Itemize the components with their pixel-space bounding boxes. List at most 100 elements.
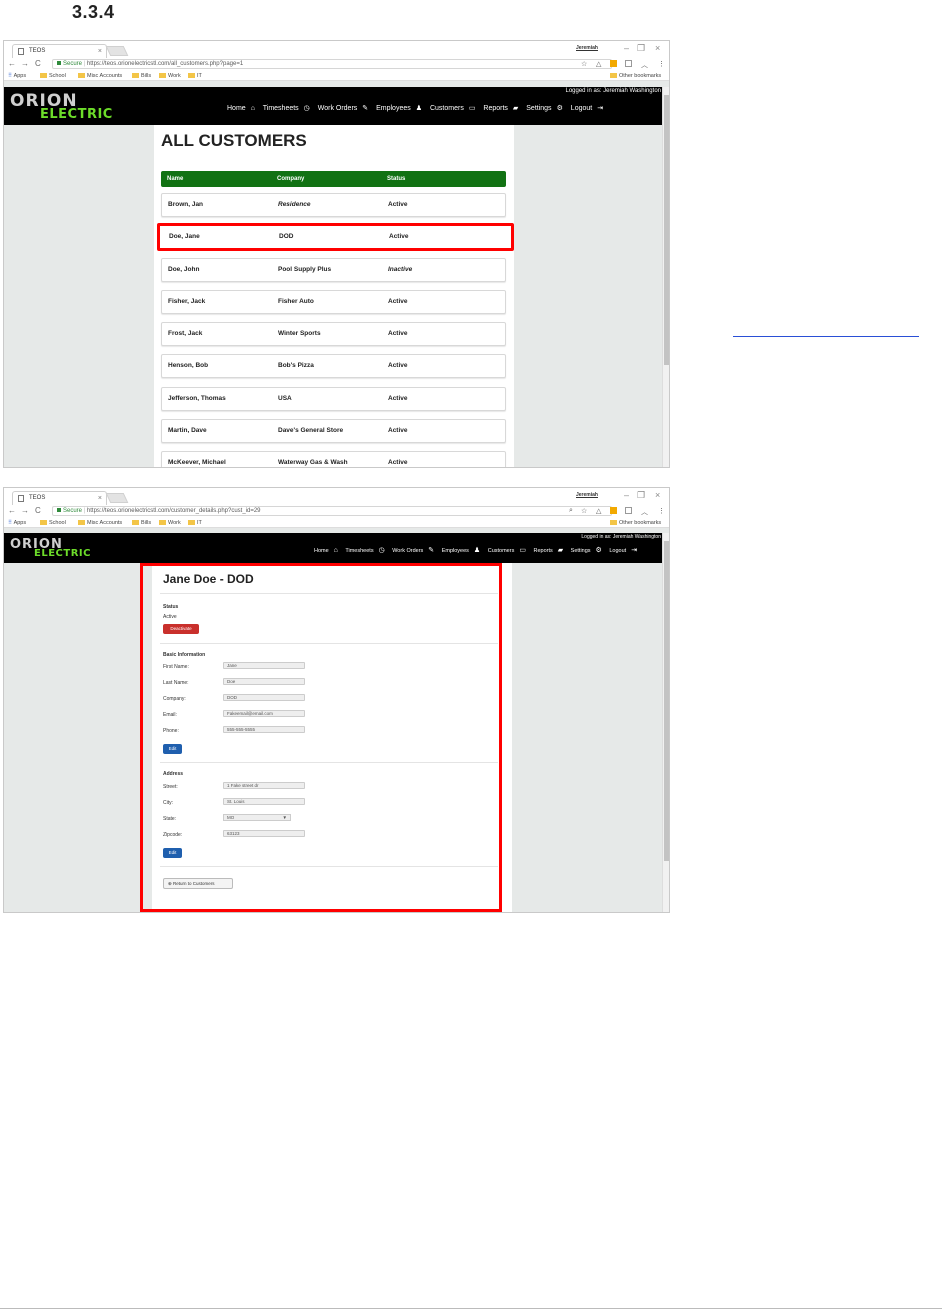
extension-icon[interactable] <box>610 60 617 67</box>
reload-icon[interactable]: C <box>35 506 41 515</box>
nav-employees[interactable]: Employees <box>442 548 469 554</box>
bookmark-it[interactable]: IT <box>188 71 202 81</box>
edit-address-button[interactable]: Edit <box>163 848 182 858</box>
nav-work-orders[interactable]: Work Orders <box>392 548 423 554</box>
zipcode-field[interactable]: 63123 <box>223 830 305 837</box>
scroll-thumb[interactable] <box>664 541 669 861</box>
drive-icon[interactable]: △ <box>596 60 601 68</box>
email-field[interactable]: Fakeemail@email.com <box>223 710 305 717</box>
restore-icon[interactable]: ❐ <box>637 43 645 54</box>
customer-name: McKeever, Michael <box>168 459 226 466</box>
orion-electric-logo[interactable]: ORION ELECTRIC <box>10 93 113 122</box>
nav-timesheets[interactable]: Timesheets <box>345 548 373 554</box>
profile-name[interactable]: Jeremiah <box>576 45 598 51</box>
browser-tab[interactable]: TEOS × <box>12 491 107 505</box>
bookmark-misc-accounts[interactable]: Misc Accounts <box>78 518 122 528</box>
profile-name[interactable]: Jeremiah <box>576 492 598 498</box>
customer-company: USA <box>278 395 292 402</box>
bookmark-school[interactable]: School <box>40 518 66 528</box>
nav-reports[interactable]: Reports <box>483 105 508 112</box>
customer-row[interactable]: Henson, Bob Bob's Pizza Active <box>161 354 506 378</box>
bookmark-misc-accounts[interactable]: Misc Accounts <box>78 71 122 81</box>
forward-icon[interactable]: → <box>21 506 29 515</box>
page-scrollbar[interactable] <box>662 87 669 467</box>
star-icon[interactable]: ☆ <box>581 507 587 515</box>
restore-icon[interactable]: ❐ <box>637 490 645 501</box>
nav-reports[interactable]: Reports <box>533 548 552 554</box>
forward-icon[interactable]: → <box>21 59 29 68</box>
orion-electric-logo[interactable]: ORION ELECTRIC <box>10 538 91 559</box>
url-field[interactable]: Secure | https://teos.orionelectricstl.c… <box>52 59 612 69</box>
bookmark-apps[interactable]: ⠿ Apps <box>8 518 26 528</box>
grid-icon[interactable] <box>625 507 632 514</box>
menu-icon[interactable]: ⋮ <box>658 60 665 68</box>
page-icon <box>18 495 24 502</box>
nav-home[interactable]: Home <box>227 105 246 112</box>
bookmark-apps[interactable]: ⠿ Apps <box>8 71 26 81</box>
new-tab-button[interactable] <box>105 493 129 503</box>
last-name-field[interactable]: Doe <box>223 678 305 685</box>
page-icon <box>18 48 24 55</box>
minimize-icon[interactable]: – <box>624 490 629 500</box>
nav-customers[interactable]: Customers <box>488 548 515 554</box>
nav-timesheets[interactable]: Timesheets <box>263 105 299 112</box>
customer-row[interactable]: Doe, John Pool Supply Plus Inactive <box>161 258 506 282</box>
nav-customers[interactable]: Customers <box>430 105 464 112</box>
customer-row[interactable]: Martin, Dave Dave's General Store Active <box>161 419 506 443</box>
extension-icon[interactable] <box>610 507 617 514</box>
nav-settings[interactable]: Settings <box>571 548 591 554</box>
other-bookmarks[interactable]: Other bookmarks <box>610 518 661 528</box>
bookmark-work[interactable]: Work <box>159 518 181 528</box>
customer-row-highlighted[interactable]: Doe, Jane DOD Active <box>157 223 514 251</box>
nav-employees[interactable]: Employees <box>376 105 411 112</box>
back-icon[interactable]: ← <box>8 59 16 68</box>
close-window-icon[interactable]: × <box>655 490 660 500</box>
customer-name: Frost, Jack <box>168 330 203 337</box>
nav-settings[interactable]: Settings <box>526 105 551 112</box>
back-icon[interactable]: ← <box>8 506 16 515</box>
other-bookmarks[interactable]: Other bookmarks <box>610 71 661 81</box>
bookmark-work[interactable]: Work <box>159 71 181 81</box>
nav-home[interactable]: Home <box>314 548 329 554</box>
return-to-customers-button[interactable]: ⊕ Return to Customers <box>163 878 233 889</box>
first-name-field[interactable]: Jane <box>223 662 305 669</box>
customer-row[interactable]: Brown, Jan Residence Active <box>161 193 506 217</box>
drive-icon[interactable]: △ <box>596 507 601 515</box>
close-window-icon[interactable]: × <box>655 43 660 53</box>
new-tab-button[interactable] <box>105 46 129 56</box>
state-select[interactable]: MO ▼ <box>223 814 291 821</box>
bookmark-school[interactable]: School <box>40 71 66 81</box>
url-field[interactable]: Secure | https://teos.orionelectricstl.c… <box>52 506 612 516</box>
bookmarks-bar: ⠿ Apps School Misc Accounts Bills Work I… <box>4 71 669 81</box>
customer-row[interactable]: Jefferson, Thomas USA Active <box>161 387 506 411</box>
phone-field[interactable]: 555-555-5555 <box>223 726 305 733</box>
street-field[interactable]: 1 Fake street dr <box>223 782 305 789</box>
close-tab-icon[interactable]: × <box>98 492 102 505</box>
close-tab-icon[interactable]: × <box>98 45 102 58</box>
section-number: 3.3.4 <box>72 2 115 22</box>
cast-icon[interactable]: ︿ <box>641 507 648 517</box>
nav-work-orders[interactable]: Work Orders <box>318 105 358 112</box>
page-scrollbar[interactable] <box>662 533 669 912</box>
customer-row[interactable]: Fisher, Jack Fisher Auto Active <box>161 290 506 314</box>
reload-icon[interactable]: C <box>35 59 41 68</box>
grid-icon[interactable] <box>625 60 632 67</box>
browser-tab[interactable]: TEOS × <box>12 44 107 58</box>
company-field[interactable]: DOD <box>223 694 305 701</box>
scroll-thumb[interactable] <box>664 95 669 365</box>
minimize-icon[interactable]: – <box>624 43 629 53</box>
star-icon[interactable]: ☆ <box>581 60 587 68</box>
customer-row[interactable]: McKeever, Michael Waterway Gas & Wash Ac… <box>161 451 506 467</box>
customer-row[interactable]: Frost, Jack Winter Sports Active <box>161 322 506 346</box>
nav-logout[interactable]: Logout <box>571 105 592 112</box>
bookmark-bills[interactable]: Bills <box>132 71 151 81</box>
deactivate-button[interactable]: Deactivate <box>163 624 199 634</box>
cast-icon[interactable]: ︿ <box>641 60 648 70</box>
zoom-icon[interactable]: ⌕ <box>569 507 573 515</box>
city-field[interactable]: St. Louis <box>223 798 305 805</box>
menu-icon[interactable]: ⋮ <box>658 507 665 515</box>
nav-logout[interactable]: Logout <box>609 548 626 554</box>
bookmark-it[interactable]: IT <box>188 518 202 528</box>
edit-basic-info-button[interactable]: Edit <box>163 744 182 754</box>
bookmark-bills[interactable]: Bills <box>132 518 151 528</box>
